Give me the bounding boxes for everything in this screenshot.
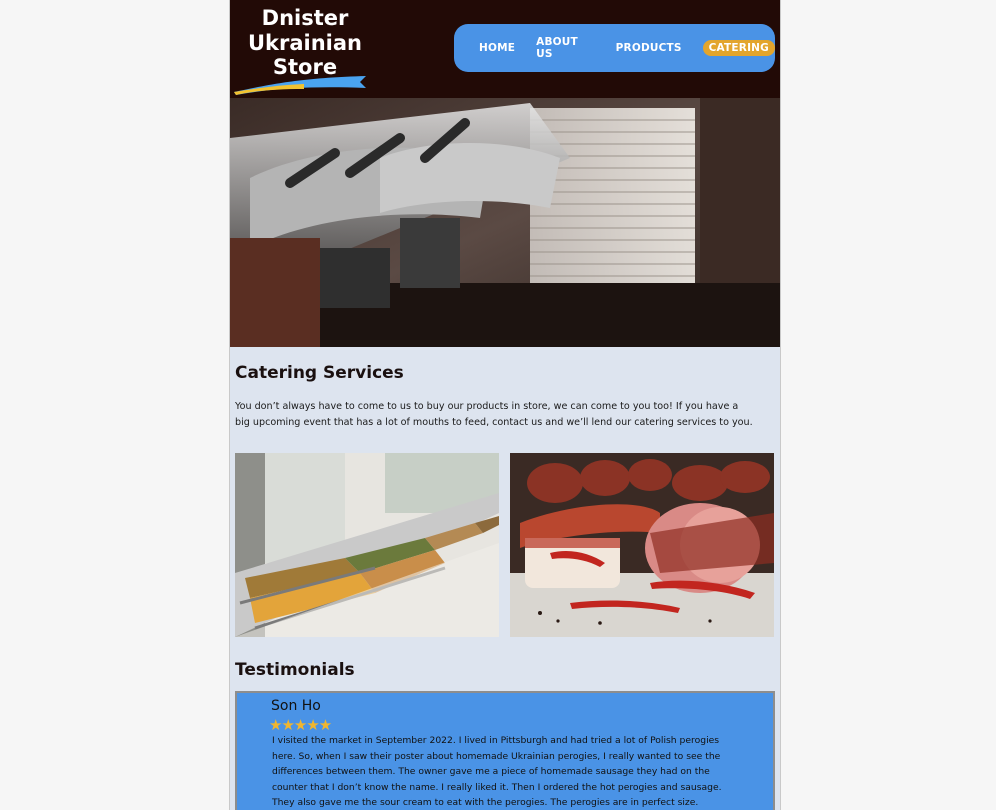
page: Dnister Ukrainian Store HOME ABOUT US PR… — [229, 0, 781, 810]
nav-catering[interactable]: CATERING — [702, 40, 775, 56]
sausages-meat-photo — [510, 453, 774, 637]
testimonials-title: Testimonials — [235, 660, 355, 680]
buffet-line-photo — [235, 453, 499, 637]
catering-description: You don’t always have to come to us to b… — [235, 401, 753, 428]
logo-line-1: Dnister — [261, 6, 349, 30]
nav-about-us[interactable]: ABOUT US — [536, 36, 595, 60]
logo-swoosh-icon — [234, 76, 366, 95]
site-header: Dnister Ukrainian Store HOME ABOUT US PR… — [230, 0, 780, 98]
catering-title: Catering Services — [235, 363, 404, 383]
nav-products[interactable]: PRODUCTS — [616, 42, 682, 54]
hero-image-chafing-dishes — [230, 98, 780, 347]
testimonial-card: Son Ho ★★★★★ I visited the market in Sep… — [235, 691, 775, 810]
nav-home[interactable]: HOME — [479, 42, 515, 54]
testimonial-author: Son Ho — [271, 698, 321, 714]
logo-line-2: Ukrainian — [247, 30, 362, 55]
sausages-illustration — [510, 453, 774, 637]
testimonial-text: I visited the market in September 2022. … — [272, 735, 722, 808]
main-nav: HOME ABOUT US PRODUCTS CATERING — [454, 24, 775, 72]
store-logo[interactable]: Dnister Ukrainian Store — [234, 4, 370, 95]
buffet-illustration — [235, 453, 499, 637]
hero-illustration — [230, 98, 780, 347]
star-rating-icon: ★★★★★ — [269, 717, 332, 734]
logo-text: Dnister Ukrainian Store — [240, 6, 370, 80]
